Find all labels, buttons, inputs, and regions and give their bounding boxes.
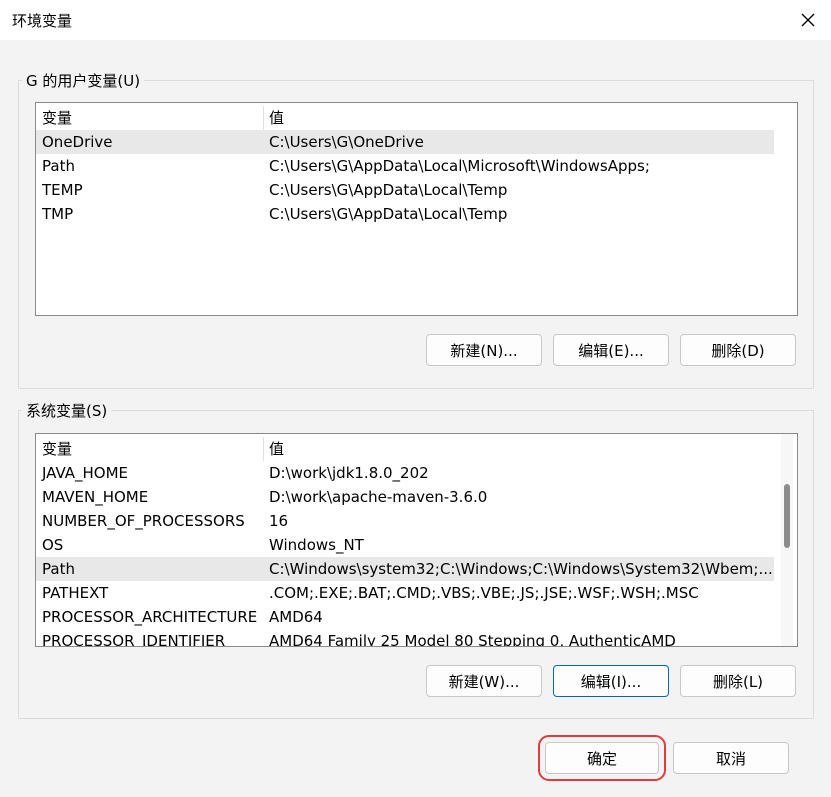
column-divider[interactable] xyxy=(263,106,264,130)
table-row[interactable]: TMP C:\Users\G\AppData\Local\Temp xyxy=(36,202,774,226)
system-variables-list[interactable]: 变量 值 JAVA_HOME D:\work\jdk1.8.0_202 MAVE… xyxy=(35,433,798,647)
table-row[interactable]: Path C:\Windows\system32;C:\Windows;C:\W… xyxy=(36,557,774,581)
column-header-name[interactable]: 变量 xyxy=(42,437,72,461)
user-variables-list[interactable]: 变量 值 OneDrive C:\Users\G\OneDrive Path C… xyxy=(35,102,798,316)
scrollbar[interactable] xyxy=(781,434,793,646)
column-header-name[interactable]: 变量 xyxy=(42,106,72,130)
variable-value: AMD64 xyxy=(269,608,323,626)
system-delete-button[interactable]: 删除(L) xyxy=(680,665,796,697)
user-new-button[interactable]: 新建(N)... xyxy=(426,334,542,366)
variable-value: D:\work\apache-maven-3.6.0 xyxy=(269,488,488,506)
system-edit-button[interactable]: 编辑(I)... xyxy=(553,665,669,697)
user-edit-button[interactable]: 编辑(E)... xyxy=(553,334,669,366)
table-row[interactable]: Path C:\Users\G\AppData\Local\Microsoft\… xyxy=(36,154,774,178)
table-row[interactable]: MAVEN_HOME D:\work\apache-maven-3.6.0 xyxy=(36,485,774,509)
variable-name: JAVA_HOME xyxy=(42,464,129,482)
variable-name: TMP xyxy=(42,205,74,223)
ok-button[interactable]: 确定 xyxy=(538,735,666,781)
column-header-value[interactable]: 值 xyxy=(269,106,284,130)
table-row[interactable]: NUMBER_OF_PROCESSORS 16 xyxy=(36,509,774,533)
variable-name: TEMP xyxy=(42,181,83,199)
variable-value: C:\Users\G\AppData\Local\Microsoft\Windo… xyxy=(269,157,650,175)
table-row[interactable]: OneDrive C:\Users\G\OneDrive xyxy=(36,130,774,154)
table-row[interactable]: PROCESSOR_ARCHITECTURE AMD64 xyxy=(36,605,774,629)
window-title: 环境变量 xyxy=(12,12,73,30)
variable-value: 16 xyxy=(269,512,289,530)
variable-name: NUMBER_OF_PROCESSORS xyxy=(42,512,245,530)
variable-name: OneDrive xyxy=(42,133,113,151)
user-variables-label: G 的用户变量(U) xyxy=(22,70,145,91)
title-bar: 环境变量 xyxy=(0,0,831,40)
close-icon xyxy=(801,13,815,27)
table-row[interactable]: PATHEXT .COM;.EXE;.BAT;.CMD;.VBS;.VBE;.J… xyxy=(36,581,774,605)
system-new-button[interactable]: 新建(W)... xyxy=(426,665,542,697)
variable-value: C:\Users\G\AppData\Local\Temp xyxy=(269,205,508,223)
variable-name: OS xyxy=(42,536,64,554)
column-header-value[interactable]: 值 xyxy=(269,437,284,461)
variable-value: .COM;.EXE;.BAT;.CMD;.VBS;.VBE;.JS;.JSE;.… xyxy=(269,584,699,602)
variable-name: PROCESSOR_IDENTIFIER xyxy=(42,632,226,647)
scrollbar-thumb[interactable] xyxy=(784,484,790,548)
variable-value: C:\Windows\system32;C:\Windows;C:\Window… xyxy=(269,560,773,578)
variable-value: C:\Users\G\OneDrive xyxy=(269,133,424,151)
variable-value: C:\Users\G\AppData\Local\Temp xyxy=(269,181,508,199)
variable-name: MAVEN_HOME xyxy=(42,488,149,506)
table-row[interactable]: PROCESSOR_IDENTIFIER AMD64 Family 25 Mod… xyxy=(36,629,774,647)
cancel-button[interactable]: 取消 xyxy=(673,742,789,774)
list-header: 变量 值 xyxy=(36,437,774,461)
table-row[interactable]: TEMP C:\Users\G\AppData\Local\Temp xyxy=(36,178,774,202)
variable-name: Path xyxy=(42,157,75,175)
variable-value: Windows_NT xyxy=(269,536,364,554)
list-header: 变量 值 xyxy=(36,106,774,130)
user-delete-button[interactable]: 删除(D) xyxy=(680,334,796,366)
variable-value: D:\work\jdk1.8.0_202 xyxy=(269,464,429,482)
variable-name: Path xyxy=(42,560,75,578)
variable-name: PATHEXT xyxy=(42,584,109,602)
system-variables-label: 系统变量(S) xyxy=(22,400,112,421)
variable-value: AMD64 Family 25 Model 80 Stepping 0, Aut… xyxy=(269,632,676,647)
table-row[interactable]: OS Windows_NT xyxy=(36,533,774,557)
close-button[interactable] xyxy=(785,0,831,40)
table-row[interactable]: JAVA_HOME D:\work\jdk1.8.0_202 xyxy=(36,461,774,485)
variable-name: PROCESSOR_ARCHITECTURE xyxy=(42,608,258,626)
column-divider[interactable] xyxy=(263,437,264,461)
